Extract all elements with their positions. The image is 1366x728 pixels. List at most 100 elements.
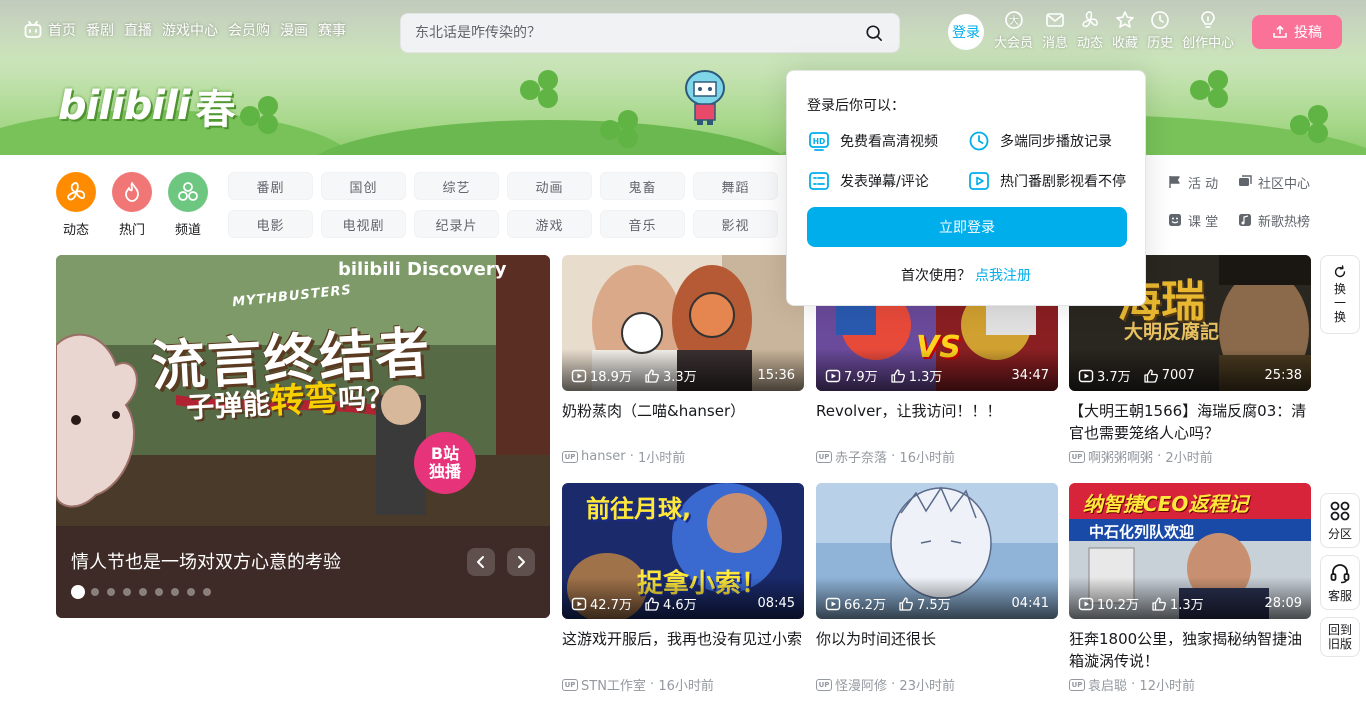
login-avatar-button[interactable]: 登录 bbox=[948, 14, 984, 50]
login-popup: 登录后你可以： HD 免费看高清视频 多端同步播放记录 发表弹幕/评论 热门番剧… bbox=[786, 70, 1146, 306]
channel-tag[interactable]: 音乐 bbox=[600, 210, 685, 238]
nav-manga[interactable]: 漫画 bbox=[280, 20, 308, 40]
link-classroom[interactable]: 课 堂 bbox=[1168, 210, 1238, 230]
carousel-dot[interactable] bbox=[71, 585, 85, 599]
video-title[interactable]: 奶粉蒸肉（二喵&hanser） bbox=[562, 400, 804, 444]
thumbs-up-icon bbox=[645, 368, 659, 383]
nav-esports[interactable]: 赛事 bbox=[318, 20, 346, 40]
channel-hot[interactable]: 热门 bbox=[112, 172, 152, 238]
tv-icon[interactable] bbox=[24, 21, 42, 39]
video-title[interactable]: 这游戏开服后，我再也没有见过小索 bbox=[562, 628, 804, 672]
view-count-text: 7.9万 bbox=[844, 370, 878, 385]
nav-messages[interactable]: 消息 bbox=[1042, 10, 1068, 51]
view-count: 18.9万 bbox=[571, 366, 632, 385]
nav-game-center[interactable]: 游戏中心 bbox=[162, 20, 218, 40]
channel-dynamic[interactable]: 动态 bbox=[56, 172, 96, 238]
video-title[interactable]: 你以为时间还很长 bbox=[816, 628, 1058, 672]
channel-tag[interactable]: 电影 bbox=[228, 210, 313, 238]
carousel-dot[interactable] bbox=[203, 588, 211, 596]
view-count-text: 66.2万 bbox=[844, 598, 886, 613]
channel-tag[interactable]: 鬼畜 bbox=[600, 172, 685, 200]
video-card[interactable]: 66.2万 7.5万 04:41 你以为时间还很长 UP 怪漫阿修 · 23小时前 bbox=[816, 483, 1058, 694]
link-new-songs[interactable]: 新歌热榜 bbox=[1238, 210, 1318, 230]
play-tv-icon bbox=[969, 171, 989, 190]
carousel-dot[interactable] bbox=[155, 588, 163, 596]
channel-channels-label: 频道 bbox=[174, 223, 201, 238]
carousel-dot[interactable] bbox=[91, 588, 99, 596]
link-activity[interactable]: 活 动 bbox=[1168, 172, 1238, 192]
video-title[interactable]: 狂奔1800公里，独家揭秘纳智捷油箱漩涡传说！ bbox=[1069, 628, 1311, 672]
vip-icon: 大 bbox=[1004, 11, 1023, 29]
channel-tag[interactable]: 游戏 bbox=[507, 210, 592, 238]
channel-tag[interactable]: 综艺 bbox=[414, 172, 499, 200]
benefit-sync-label: 多端同步播放记录 bbox=[1000, 133, 1112, 150]
upload-button[interactable]: 投稿 bbox=[1252, 15, 1342, 49]
video-meta[interactable]: UP 赤子奈落 · 16小时前 bbox=[816, 447, 1058, 466]
video-thumbnail[interactable]: 66.2万 7.5万 04:41 bbox=[816, 483, 1058, 619]
carousel-dot[interactable] bbox=[187, 588, 195, 596]
category-button[interactable]: 分区 bbox=[1320, 493, 1360, 548]
video-thumbnail[interactable]: 纳智捷CEO返程记 中石化列队欢迎 10.2万 1.3万 28:09 bbox=[1069, 483, 1311, 619]
flag-icon bbox=[1169, 176, 1180, 188]
nav-creator-center[interactable]: 创作中心 bbox=[1182, 10, 1234, 51]
video-card[interactable]: 18.9万 3.3万 15:36 奶粉蒸肉（二喵&hanser） UP hanse… bbox=[562, 255, 804, 466]
carousel-prev-button[interactable] bbox=[467, 548, 495, 576]
headset-icon bbox=[1330, 563, 1350, 583]
nav-anime[interactable]: 番剧 bbox=[86, 20, 114, 40]
video-card[interactable]: 前往月球, 捉拿小索！ 42.7万 4.6万 08:45 这游戏开服后，我再也没… bbox=[562, 483, 804, 694]
channel-tag[interactable]: 影视 bbox=[693, 210, 778, 238]
video-meta[interactable]: UP 啊粥粥啊粥 · 2小时前 bbox=[1069, 447, 1311, 466]
nav-home[interactable]: 首页 bbox=[48, 20, 76, 40]
video-thumbnail[interactable]: 18.9万 3.3万 15:36 bbox=[562, 255, 804, 391]
video-title[interactable]: 【大明王朝1566】海瑞反腐03：清官也需要笼络人心吗？ bbox=[1069, 400, 1311, 444]
link-community[interactable]: 社区中心 bbox=[1238, 172, 1318, 192]
carousel-title[interactable]: 情人节也是一场对双方心意的考验 bbox=[71, 548, 341, 574]
nav-history[interactable]: 历史 bbox=[1147, 10, 1173, 51]
carousel-next-button[interactable] bbox=[507, 548, 535, 576]
view-count: 10.2万 bbox=[1078, 594, 1139, 613]
up-badge-icon: UP bbox=[1069, 450, 1085, 463]
channel-tag[interactable]: 动画 bbox=[507, 172, 592, 200]
nav-vip[interactable]: 大 大会员 bbox=[994, 10, 1033, 51]
video-time: 16小时前 bbox=[899, 451, 955, 466]
channel-tag[interactable]: 舞蹈 bbox=[693, 172, 778, 200]
view-count: 7.9万 bbox=[825, 366, 878, 385]
carousel-dot[interactable] bbox=[123, 588, 131, 596]
register-link[interactable]: 点我注册 bbox=[975, 268, 1031, 284]
video-meta[interactable]: UP STN工作室 · 16小时前 bbox=[562, 675, 804, 694]
music-note-icon bbox=[1239, 214, 1251, 226]
channel-tag[interactable]: 国创 bbox=[321, 172, 406, 200]
bilibili-logo[interactable]: bilibili 春 bbox=[58, 80, 236, 133]
refresh-char: 一 bbox=[1333, 296, 1346, 310]
video-meta[interactable]: UP 怪漫阿修 · 23小时前 bbox=[816, 675, 1058, 694]
carousel-dot[interactable] bbox=[107, 588, 115, 596]
channel-tag[interactable]: 纪录片 bbox=[414, 210, 499, 238]
old-version-button[interactable]: 回到 旧版 bbox=[1320, 617, 1360, 657]
carousel-dot[interactable] bbox=[171, 588, 179, 596]
nav-live[interactable]: 直播 bbox=[124, 20, 152, 40]
video-meta[interactable]: UP hanser · 1小时前 bbox=[562, 447, 804, 466]
channel-tag[interactable]: 番剧 bbox=[228, 172, 313, 200]
channel-tag[interactable]: 电视剧 bbox=[321, 210, 406, 238]
nav-favorites[interactable]: 收藏 bbox=[1112, 10, 1138, 51]
carousel-dot[interactable] bbox=[139, 588, 147, 596]
play-count-icon bbox=[825, 369, 841, 382]
video-meta[interactable]: UP 袁启聪 · 12小时前 bbox=[1069, 675, 1311, 694]
nav-mall[interactable]: 会员购 bbox=[228, 20, 270, 40]
nav-dynamic[interactable]: 动态 bbox=[1077, 10, 1103, 51]
customer-service-button[interactable]: 客服 bbox=[1320, 555, 1360, 610]
video-title[interactable]: Revolver，让我访问！！！ bbox=[816, 400, 1058, 444]
video-thumbnail[interactable]: 前往月球, 捉拿小索！ 42.7万 4.6万 08:45 bbox=[562, 483, 804, 619]
play-count-icon bbox=[1078, 597, 1094, 610]
refresh-button[interactable]: 换 一 换 bbox=[1320, 255, 1360, 334]
video-duration: 34:47 bbox=[1011, 368, 1049, 383]
thumbnail-text: 前往月球, bbox=[586, 495, 692, 523]
search-button[interactable] bbox=[863, 22, 885, 44]
search-bar bbox=[400, 13, 900, 53]
nav-vip-label: 大会员 bbox=[994, 36, 1034, 51]
search-input[interactable] bbox=[415, 25, 863, 41]
login-now-button[interactable]: 立即登录 bbox=[807, 207, 1127, 247]
video-card[interactable]: 纳智捷CEO返程记 中石化列队欢迎 10.2万 1.3万 28:09 狂奔180… bbox=[1069, 483, 1311, 694]
channel-channels[interactable]: 频道 bbox=[168, 172, 208, 238]
banner-carousel[interactable]: bilibili Discovery MYTHBUSTERS 流言终结者 子弹能… bbox=[56, 255, 550, 618]
